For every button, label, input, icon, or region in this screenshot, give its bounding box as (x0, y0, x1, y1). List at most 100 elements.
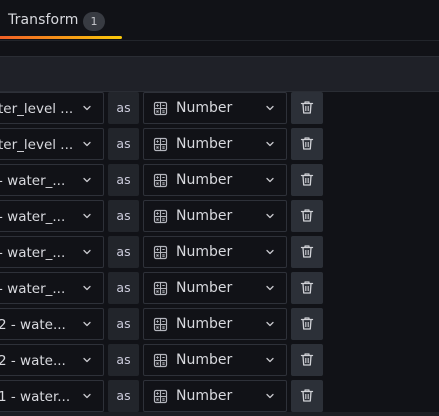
delete-conversion-button[interactable] (291, 164, 323, 196)
chevron-down-icon (83, 321, 91, 327)
type-select[interactable]: Number (143, 164, 287, 196)
type-select-value: Number (176, 352, 233, 368)
trash-icon (300, 317, 314, 330)
chevron-down-icon (266, 285, 274, 291)
as-label: as (108, 200, 139, 232)
conversion-row: - water_... as Number (0, 271, 439, 305)
field-select[interactable]: - water_... (0, 200, 104, 232)
conversion-row: ter_level ... as Number (0, 127, 439, 161)
conversion-row: 1 - water... as Number (0, 379, 439, 413)
calculator-icon (153, 209, 168, 224)
type-select[interactable]: Number (143, 236, 287, 268)
trash-icon (300, 245, 314, 258)
trash-icon (300, 281, 314, 294)
calculator-icon (153, 353, 168, 368)
tab-bar: Transform 1 (0, 0, 439, 41)
delete-conversion-button[interactable] (291, 380, 323, 412)
calculator-icon (153, 137, 168, 152)
as-label: as (108, 308, 139, 340)
type-select[interactable]: Number (143, 200, 287, 232)
field-select[interactable]: ter_level ... (0, 92, 104, 124)
chevron-down-icon (83, 141, 91, 147)
chevron-down-icon (83, 249, 91, 255)
as-label: as (108, 128, 139, 160)
chevron-down-icon (266, 213, 274, 219)
field-select-value: ter_level ... (0, 101, 74, 117)
trash-icon (300, 173, 314, 186)
trash-icon (300, 209, 314, 222)
calculator-icon (153, 173, 168, 188)
type-select-value: Number (176, 136, 233, 152)
conversion-row: ter_level ... as Number (0, 91, 439, 125)
type-select-value: Number (176, 316, 233, 332)
field-select-value: 1 - water... (0, 389, 71, 405)
type-select[interactable]: Number (143, 380, 287, 412)
field-select-value: ter_level ... (0, 137, 74, 153)
delete-conversion-button[interactable] (291, 272, 323, 304)
type-select-value: Number (176, 388, 233, 404)
type-select[interactable]: Number (143, 272, 287, 304)
calculator-icon (153, 281, 168, 296)
field-select[interactable]: - water_... (0, 164, 104, 196)
calculator-icon (153, 245, 168, 260)
field-select[interactable]: - water_... (0, 236, 104, 268)
type-select-value: Number (176, 208, 233, 224)
conversion-row: 2 - wate... as Number (0, 343, 439, 377)
delete-conversion-button[interactable] (291, 128, 323, 160)
tab-transform[interactable]: Transform 1 (0, 0, 122, 40)
field-select-value: 2 - wate... (0, 353, 66, 369)
as-label: as (108, 92, 139, 124)
delete-conversion-button[interactable] (291, 200, 323, 232)
type-select[interactable]: Number (143, 344, 287, 376)
chevron-down-icon (266, 321, 274, 327)
field-select-value: 2 - wate... (0, 317, 66, 333)
chevron-down-icon (83, 393, 91, 399)
chevron-down-icon (266, 177, 274, 183)
delete-conversion-button[interactable] (291, 344, 323, 376)
field-select-value: - water_... (0, 173, 66, 189)
chevron-down-icon (83, 285, 91, 291)
conversion-row: - water_... as Number (0, 163, 439, 197)
tab-transform-count-badge: 1 (83, 12, 105, 31)
chevron-down-icon (266, 249, 274, 255)
field-select[interactable]: ter_level ... (0, 128, 104, 160)
chevron-down-icon (83, 213, 91, 219)
tab-transform-label: Transform (8, 12, 79, 28)
as-label: as (108, 164, 139, 196)
transform-header-strip (0, 56, 439, 92)
field-select[interactable]: - water_... (0, 272, 104, 304)
delete-conversion-button[interactable] (291, 308, 323, 340)
trash-icon (300, 353, 314, 366)
type-select[interactable]: Number (143, 128, 287, 160)
chevron-down-icon (266, 105, 274, 111)
chevron-down-icon (83, 357, 91, 363)
field-select-value: - water_... (0, 209, 66, 225)
trash-icon (300, 389, 314, 402)
as-label: as (108, 344, 139, 376)
as-label: as (108, 380, 139, 412)
type-select-value: Number (176, 100, 233, 116)
conversion-row: - water_... as Number (0, 199, 439, 233)
transform-editor: Transform 1 ter_level ... as Number ter_… (0, 0, 439, 416)
conversion-row: 2 - wate... as Number (0, 307, 439, 341)
type-select-value: Number (176, 172, 233, 188)
type-select[interactable]: Number (143, 308, 287, 340)
type-select[interactable]: Number (143, 92, 287, 124)
as-label: as (108, 236, 139, 268)
bottom-scroll-edge (0, 412, 439, 416)
type-select-value: Number (176, 280, 233, 296)
as-label: as (108, 272, 139, 304)
trash-icon (300, 137, 314, 150)
chevron-down-icon (266, 393, 274, 399)
field-select[interactable]: 2 - wate... (0, 308, 104, 340)
trash-icon (300, 101, 314, 114)
field-select-value: - water_... (0, 245, 66, 261)
field-select[interactable]: 2 - wate... (0, 344, 104, 376)
delete-conversion-button[interactable] (291, 236, 323, 268)
chevron-down-icon (83, 105, 91, 111)
chevron-down-icon (83, 177, 91, 183)
delete-conversion-button[interactable] (291, 92, 323, 124)
field-select[interactable]: 1 - water... (0, 380, 104, 412)
active-tab-indicator (0, 36, 122, 39)
calculator-icon (153, 389, 168, 404)
